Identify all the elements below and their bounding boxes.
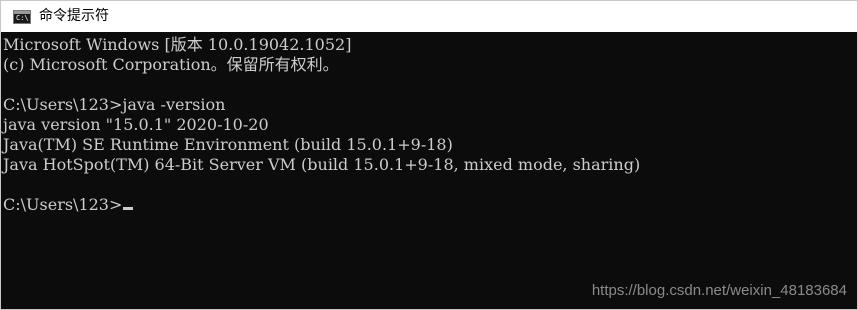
console-line: C:\Users\123>java -version: [3, 95, 226, 114]
console-line: Java(TM) SE Runtime Environment (build 1…: [3, 135, 453, 154]
cmd-icon-prompt: C:\: [16, 13, 29, 22]
watermark: https://blog.csdn.net/weixin_48183684: [591, 282, 847, 299]
console-prompt: C:\Users\123>: [3, 195, 123, 214]
cmd-window: C:\ 命令提示符 Microsoft Windows [版本 10.0.190…: [0, 0, 858, 310]
console-prompt-line[interactable]: C:\Users\123>: [3, 195, 857, 215]
console-line: (c) Microsoft Corporation。保留所有权利。: [3, 55, 339, 74]
console-line: Java HotSpot(TM) 64-Bit Server VM (build…: [3, 155, 641, 174]
console-line: Microsoft Windows [版本 10.0.19042.1052]: [3, 35, 352, 54]
text-cursor: [123, 207, 134, 210]
window-title: 命令提示符: [39, 8, 109, 24]
console-line: java version "15.0.1" 2020-10-20: [3, 115, 269, 134]
cmd-icon: C:\: [13, 9, 31, 24]
title-bar[interactable]: C:\ 命令提示符: [1, 1, 857, 32]
console-output[interactable]: Microsoft Windows [版本 10.0.19042.1052] (…: [1, 32, 857, 309]
